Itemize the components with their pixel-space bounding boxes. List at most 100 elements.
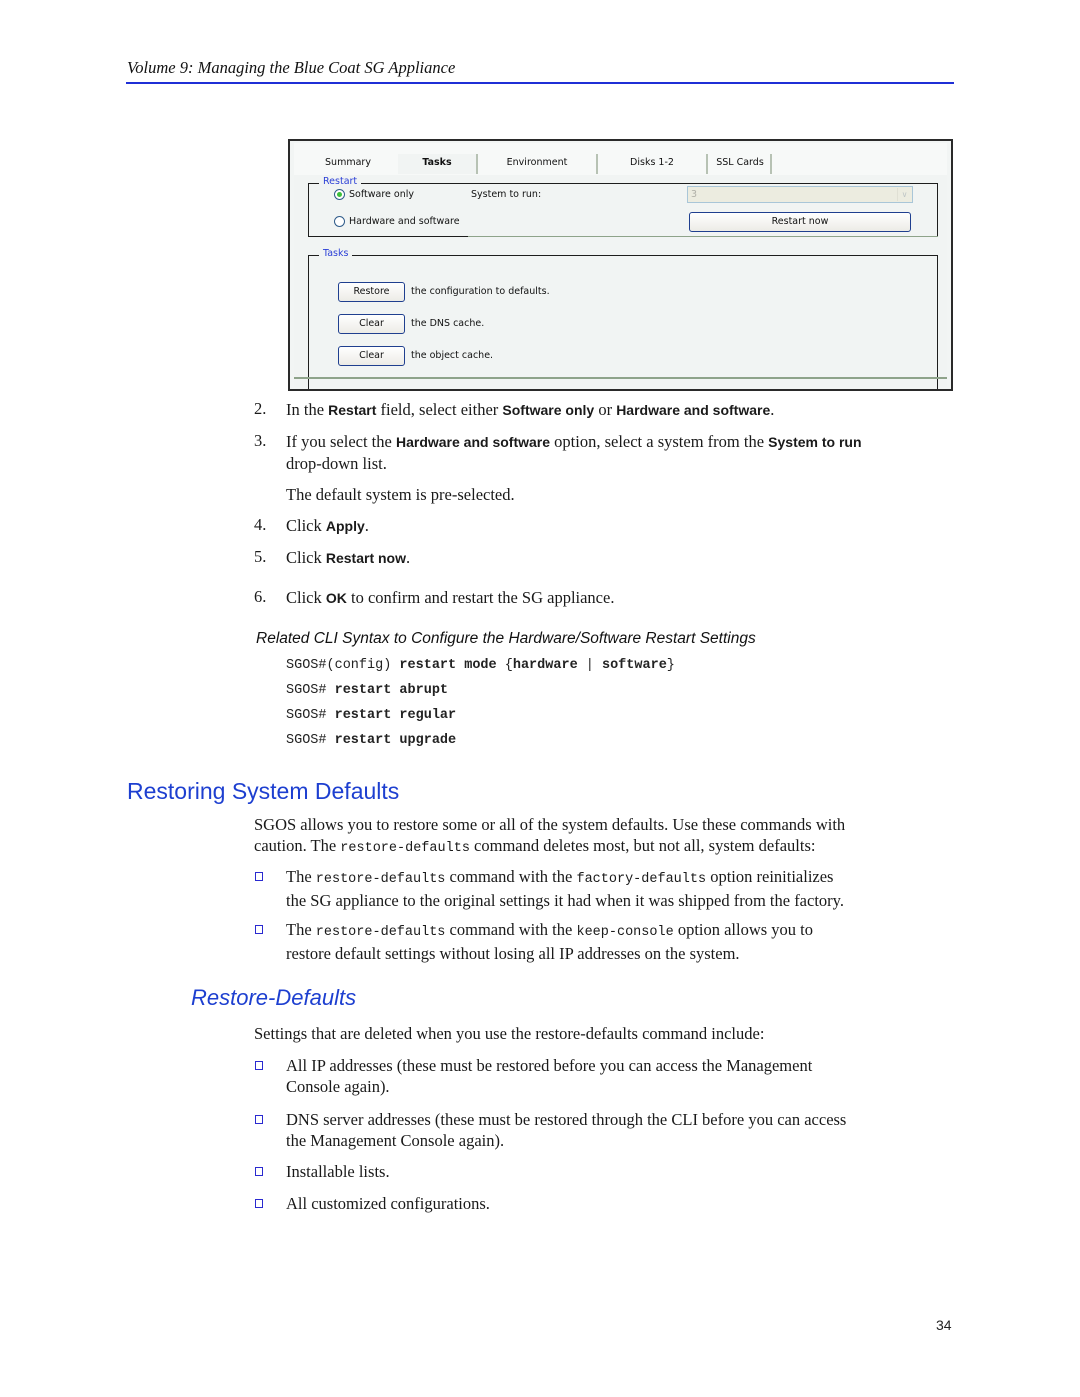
clear-object-cache-button[interactable]: Clear bbox=[338, 346, 405, 366]
management-console-screenshot: Summary Tasks Environment Disks 1-2 SSL … bbox=[288, 139, 953, 391]
code-term: factory-defaults bbox=[576, 872, 707, 887]
cli-command: restart upgrade bbox=[334, 733, 457, 748]
ui-term: Apply bbox=[325, 518, 365, 534]
running-header-title: Volume 9: Managing the Blue Coat SG Appl… bbox=[127, 58, 456, 77]
cli-prompt: SGOS# bbox=[286, 683, 335, 698]
text: Click bbox=[286, 548, 326, 567]
restart-group-bottom-edge bbox=[308, 236, 468, 237]
step-6-number: 6. bbox=[254, 587, 267, 606]
restart-group: Restart Software only System to run: 3 ∨… bbox=[308, 176, 938, 236]
code-term: restore-defaults bbox=[315, 872, 446, 887]
text: In the bbox=[286, 400, 329, 419]
text: . bbox=[406, 548, 411, 567]
cli-line: SGOS# restart upgrade bbox=[286, 733, 456, 748]
text: The bbox=[286, 920, 316, 939]
step-5-text: Click Restart now. bbox=[286, 547, 410, 569]
text: If you select the bbox=[286, 432, 396, 451]
tab-disks[interactable]: Disks 1-2 bbox=[598, 154, 708, 174]
system-to-run-label: System to run: bbox=[471, 189, 542, 200]
code-term: restore-defaults bbox=[340, 841, 470, 856]
restart-legend: Restart bbox=[319, 176, 362, 187]
clear-object-description: the object cache. bbox=[411, 350, 494, 361]
text: The bbox=[286, 867, 316, 886]
text: the SG appliance to the original setting… bbox=[286, 891, 844, 910]
clear-dns-description: the DNS cache. bbox=[411, 318, 485, 329]
cli-prompt: SGOS# bbox=[286, 733, 335, 748]
tab-bar: Summary Tasks Environment Disks 1-2 SSL … bbox=[294, 143, 947, 175]
cli-option: software bbox=[601, 658, 667, 673]
restoring-intro: SGOS allows you to restore some or all o… bbox=[254, 814, 954, 859]
text: caution. The bbox=[254, 836, 341, 855]
text: command with the bbox=[445, 920, 577, 939]
cli-prompt: SGOS# bbox=[286, 708, 335, 723]
software-only-label: Software only bbox=[349, 189, 414, 200]
section-heading-restoring-system-defaults: Restoring System Defaults bbox=[127, 778, 400, 804]
text: restore default settings without losing … bbox=[286, 944, 740, 963]
cli-brace: { bbox=[504, 658, 513, 673]
cli-prompt: SGOS#(config) bbox=[286, 658, 400, 673]
panel-bottom-divider bbox=[294, 377, 947, 379]
text: field, select either bbox=[376, 400, 503, 419]
ui-term: Restart bbox=[328, 402, 377, 418]
text: drop-down list. bbox=[286, 454, 387, 473]
bullet-icon bbox=[255, 1115, 263, 1124]
text: to confirm and restart the SG appliance. bbox=[346, 588, 615, 607]
ui-term: OK bbox=[325, 590, 347, 606]
cli-option: hardware bbox=[512, 658, 578, 673]
hardware-and-software-radio[interactable]: Hardware and software bbox=[334, 216, 460, 227]
header-rule bbox=[126, 82, 954, 84]
bullet-item: The restore-defaults command with the fa… bbox=[286, 866, 956, 911]
step-6-text: Click OK to confirm and restart the SG a… bbox=[286, 587, 614, 609]
cli-command: restart mode bbox=[399, 658, 505, 673]
cli-line: SGOS# restart regular bbox=[286, 708, 456, 723]
bullet-icon bbox=[255, 1061, 263, 1070]
tasks-legend: Tasks bbox=[319, 248, 353, 259]
section-heading-restore-defaults: Restore-Defaults bbox=[191, 985, 357, 1010]
chevron-down-icon: ∨ bbox=[897, 188, 911, 201]
bullet-item: All IP addresses (these must be restored… bbox=[286, 1055, 956, 1097]
ui-term: Hardware and software bbox=[616, 402, 771, 418]
cli-line: SGOS#(config) restart mode {hardware | s… bbox=[286, 658, 675, 673]
text: . bbox=[770, 400, 775, 419]
restore-description: the configuration to defaults. bbox=[411, 286, 550, 297]
radio-unchecked-icon bbox=[334, 216, 345, 227]
system-to-run-value: 3 bbox=[691, 189, 698, 200]
step-4-number: 4. bbox=[254, 515, 267, 534]
system-to-run-select[interactable]: 3 ∨ bbox=[687, 186, 913, 203]
ui-term: System to run bbox=[768, 434, 862, 450]
ui-term: Software only bbox=[502, 402, 595, 418]
text: option, select a system from the bbox=[550, 432, 769, 451]
hardware-and-software-label: Hardware and software bbox=[349, 216, 460, 227]
text: All IP addresses (these must be restored… bbox=[286, 1056, 813, 1075]
restore-button[interactable]: Restore bbox=[338, 282, 405, 302]
cli-command: restart abrupt bbox=[334, 683, 449, 698]
text: Click bbox=[286, 588, 326, 607]
step-2-number: 2. bbox=[254, 399, 267, 418]
text: . bbox=[364, 516, 369, 535]
tab-environment[interactable]: Environment bbox=[478, 154, 598, 174]
step-2-text: In the Restart field, select either Soft… bbox=[286, 399, 774, 421]
step-4-text: Click Apply. bbox=[286, 515, 369, 537]
restart-group-bottom-edge-right bbox=[468, 236, 938, 237]
text: option allows you to bbox=[673, 920, 814, 939]
restart-now-button[interactable]: Restart now bbox=[689, 212, 911, 232]
tab-ssl-cards[interactable]: SSL Cards bbox=[710, 154, 772, 174]
restore-defaults-intro: Settings that are deleted when you use t… bbox=[254, 1024, 765, 1043]
text: SGOS allows you to restore some or all o… bbox=[254, 815, 846, 834]
cli-brace: } bbox=[666, 658, 675, 673]
bullet-item: All customized configurations. bbox=[286, 1194, 490, 1213]
step-3-text: If you select the Hardware and software … bbox=[286, 431, 956, 474]
clear-dns-cache-button[interactable]: Clear bbox=[338, 314, 405, 334]
step-3-note: The default system is pre-selected. bbox=[286, 485, 515, 504]
tab-summary[interactable]: Summary bbox=[298, 154, 398, 174]
step-5-number: 5. bbox=[254, 547, 267, 566]
bullet-item: The restore-defaults command with the ke… bbox=[286, 919, 956, 964]
tab-tasks[interactable]: Tasks bbox=[398, 154, 478, 174]
software-only-radio[interactable]: Software only bbox=[334, 189, 414, 200]
text: option reinitializes bbox=[706, 867, 834, 886]
radio-checked-icon bbox=[334, 189, 345, 200]
bullet-item: DNS server addresses (these must be rest… bbox=[286, 1109, 956, 1151]
ui-term: Restart now bbox=[325, 550, 406, 566]
text: or bbox=[594, 400, 617, 419]
bullet-icon bbox=[255, 1167, 263, 1176]
